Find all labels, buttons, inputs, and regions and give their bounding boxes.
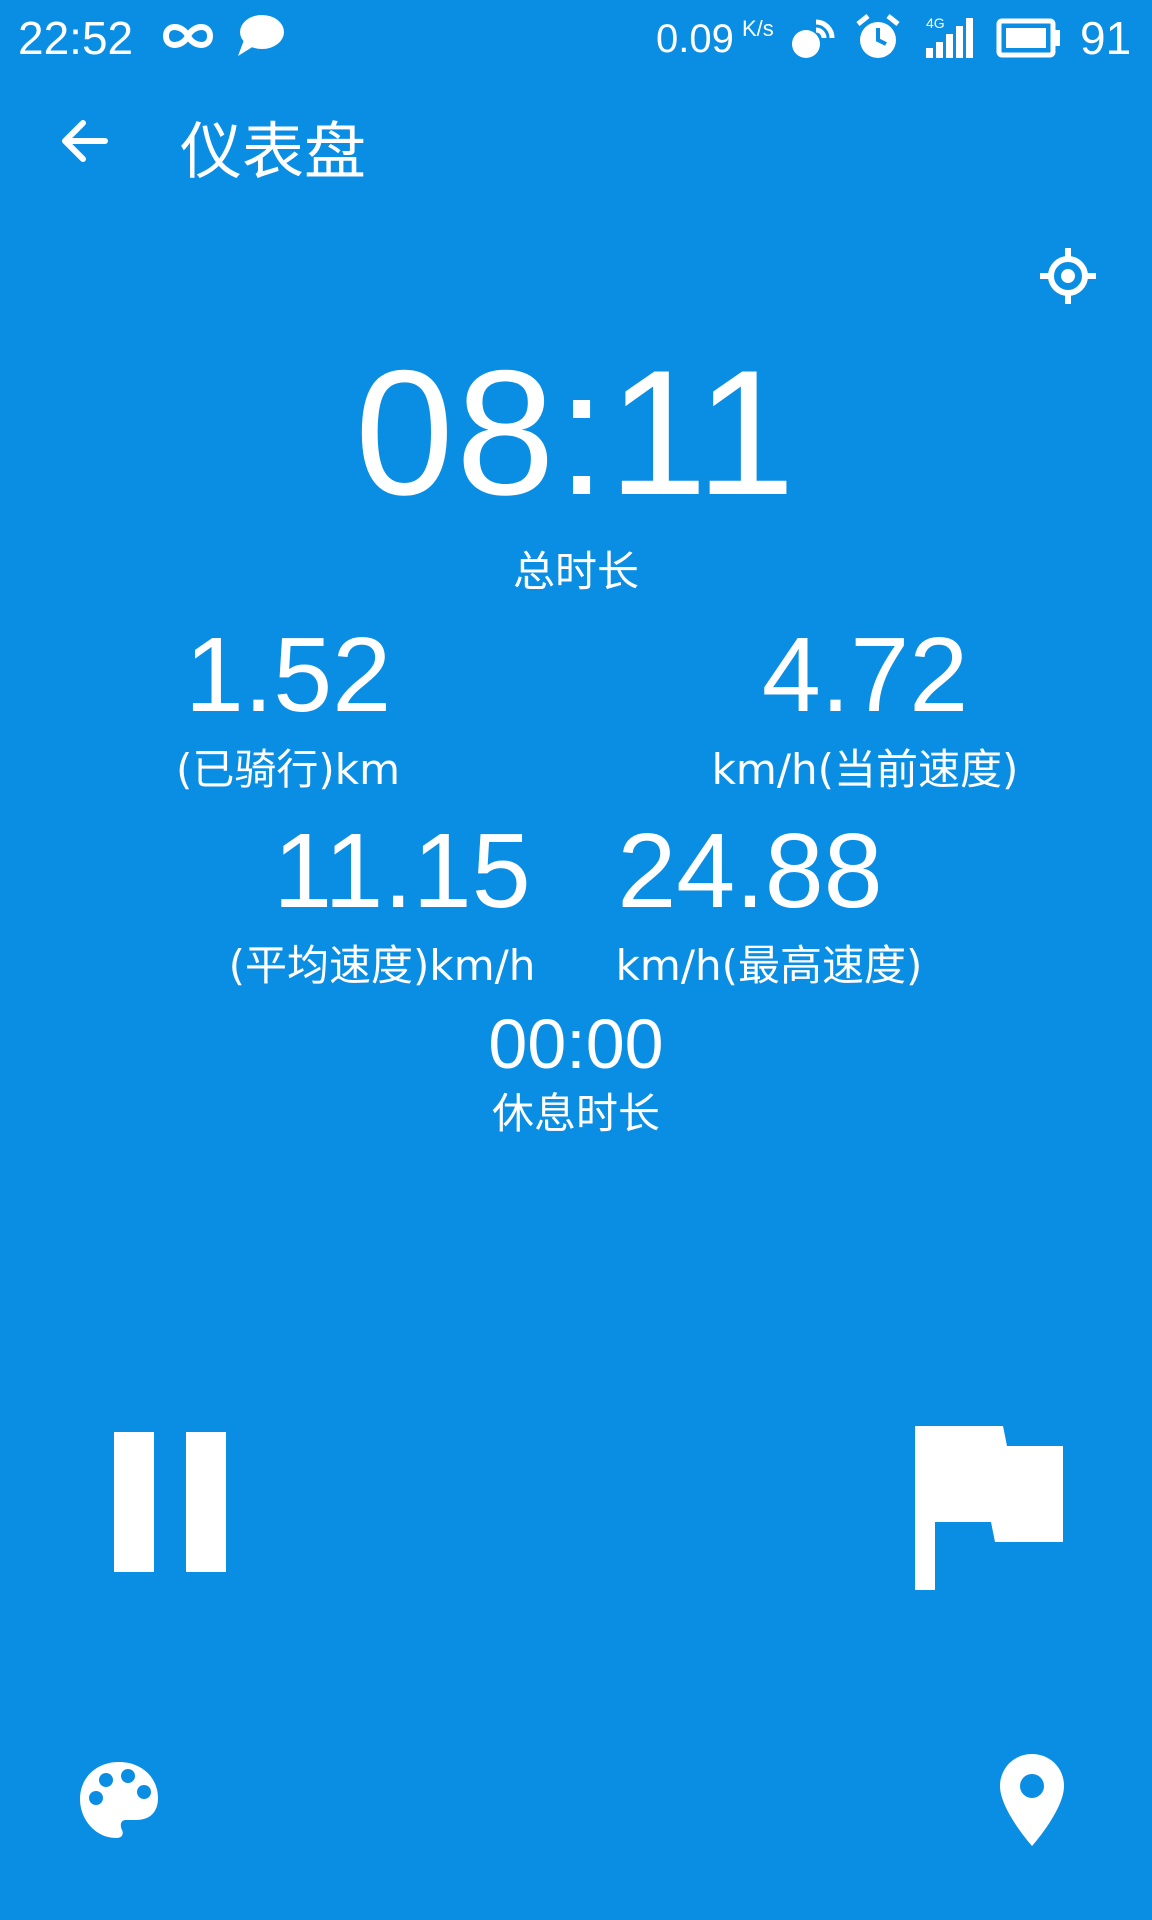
flag-icon bbox=[915, 1426, 1063, 1590]
pause-button[interactable] bbox=[90, 1410, 250, 1590]
avg-speed-value: 11.15 bbox=[273, 812, 531, 930]
status-time: 22:52 bbox=[18, 12, 134, 64]
max-speed-value: 24.88 bbox=[617, 812, 883, 930]
total-time-value: 08:11 bbox=[354, 333, 798, 532]
status-bar: 22:52 0.09 K/s 4G 91 bbox=[0, 0, 1152, 76]
battery-level: 91 bbox=[1080, 12, 1132, 64]
map-button[interactable] bbox=[982, 1740, 1082, 1860]
map-pin-icon bbox=[1000, 1754, 1064, 1846]
current-speed-value: 4.72 bbox=[761, 616, 969, 734]
palette-icon bbox=[80, 1762, 158, 1838]
finish-button[interactable] bbox=[900, 1404, 1080, 1604]
page-title: 仪表盘 bbox=[180, 115, 367, 188]
distance-value: 1.52 bbox=[184, 616, 392, 734]
crosshair-icon bbox=[1040, 248, 1096, 304]
net-speed: 0.09 bbox=[656, 17, 734, 61]
distance-label: (已骑行)km bbox=[175, 745, 400, 794]
pause-icon bbox=[114, 1432, 226, 1572]
net-speed-unit: K/s bbox=[742, 16, 774, 41]
signal-type: 4G bbox=[926, 15, 945, 31]
back-button[interactable] bbox=[40, 96, 130, 186]
locate-button[interactable] bbox=[1028, 236, 1108, 316]
infinity-icon bbox=[162, 24, 214, 48]
battery-icon bbox=[996, 18, 1060, 58]
arrow-left-icon bbox=[62, 120, 108, 162]
current-speed-label: km/h(当前速度) bbox=[711, 745, 1019, 794]
total-time-label: 总时长 bbox=[512, 547, 639, 596]
hotspot-icon bbox=[792, 19, 835, 58]
avg-speed-label: (平均速度)km/h bbox=[228, 941, 536, 990]
rest-time-value: 00:00 bbox=[488, 1005, 664, 1083]
alarm-icon bbox=[856, 14, 900, 58]
theme-button[interactable] bbox=[64, 1746, 174, 1856]
signal-icon: 4G bbox=[926, 15, 973, 58]
chat-bubble-icon bbox=[238, 15, 284, 56]
rest-time-label: 休息时长 bbox=[491, 1089, 660, 1138]
max-speed-label: km/h(最高速度) bbox=[615, 941, 923, 990]
app-bar bbox=[0, 76, 1152, 232]
